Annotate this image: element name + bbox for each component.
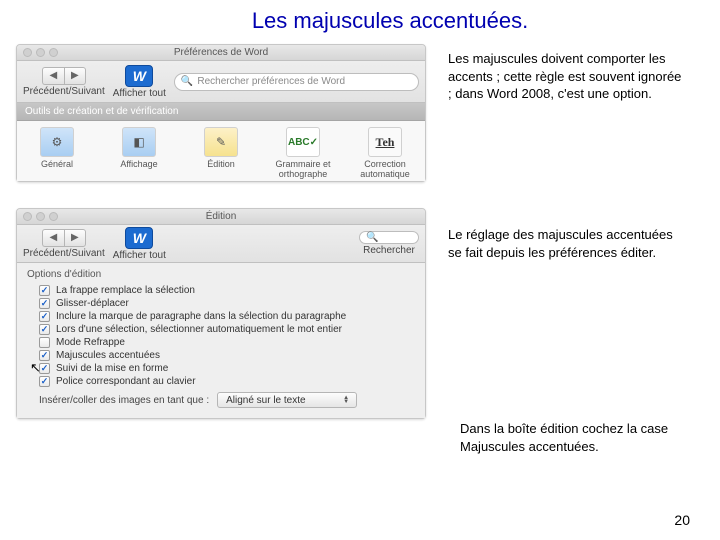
pref-edit[interactable]: ✎ Édition bbox=[191, 127, 251, 169]
page-title: Les majuscules accentuées. bbox=[60, 0, 720, 38]
toolbar: ◀ ▶ Précédent/Suivant W Afficher tout 🔍 … bbox=[17, 61, 425, 103]
caption-3: Dans la boîte édition cochez la case Maj… bbox=[460, 420, 690, 455]
nav-label: Précédent/Suivant bbox=[23, 86, 105, 97]
back-icon[interactable]: ◀ bbox=[42, 67, 64, 85]
display-icon: ◧ bbox=[122, 127, 156, 157]
cursor-icon: ↖ bbox=[30, 360, 41, 376]
pref-label: Correction automatique bbox=[355, 159, 415, 179]
search-icon: 🔍 bbox=[181, 76, 193, 87]
checkbox[interactable]: ✓ bbox=[39, 324, 50, 335]
caption-2: Le réglage des majuscules accentuées se … bbox=[440, 202, 690, 265]
option-row: Mode Refrappe bbox=[27, 336, 415, 349]
pref-display[interactable]: ◧ Affichage bbox=[109, 127, 169, 169]
pref-label: Édition bbox=[207, 159, 235, 169]
search-icon: 🔍 bbox=[366, 232, 378, 243]
option-row: ✓ Glisser-déplacer bbox=[27, 297, 415, 310]
grammar-icon: ABC✓ bbox=[286, 127, 320, 157]
combo-value: Aligné sur le texte bbox=[226, 395, 306, 406]
window-title: Édition bbox=[17, 211, 425, 222]
page-number: 20 bbox=[674, 512, 690, 528]
show-all-label: Afficher tout bbox=[113, 88, 166, 99]
chevron-updown-icon: ▲▼ bbox=[340, 394, 352, 406]
nav-back-forward[interactable]: ◀ ▶ bbox=[42, 67, 86, 85]
checkbox[interactable]: ✓ bbox=[39, 376, 50, 387]
option-row: ✓ Lors d'une sélection, sélectionner aut… bbox=[27, 323, 415, 336]
option-label: Mode Refrappe bbox=[56, 337, 125, 348]
search-label: Rechercher bbox=[363, 245, 415, 256]
option-row: ✓ Police correspondant au clavier bbox=[27, 375, 415, 388]
search-input[interactable]: 🔍 Rechercher préférences de Word bbox=[174, 73, 419, 91]
option-row-accents: ✓ Majuscules accentuées bbox=[27, 349, 415, 362]
option-row: ✓ Inclure la marque de paragraphe dans l… bbox=[27, 310, 415, 323]
pref-grammar[interactable]: ABC✓ Grammaire et orthographe bbox=[273, 127, 333, 179]
search-placeholder: Rechercher préférences de Word bbox=[197, 76, 345, 87]
window-title: Préférences de Word bbox=[17, 47, 425, 58]
toolbar: ◀ ▶ Précédent/Suivant W Afficher tout 🔍 … bbox=[17, 225, 425, 263]
edit-icon: ✎ bbox=[204, 127, 238, 157]
general-icon: ⚙ bbox=[40, 127, 74, 157]
checkbox[interactable]: ✓ bbox=[39, 311, 50, 322]
option-label: Police correspondant au clavier bbox=[56, 376, 196, 387]
window-titlebar: Édition bbox=[17, 209, 425, 225]
insert-images-combo[interactable]: Aligné sur le texte ▲▼ bbox=[217, 392, 357, 408]
forward-icon[interactable]: ▶ bbox=[64, 229, 86, 247]
option-label: La frappe remplace la sélection bbox=[56, 285, 195, 296]
edition-body: Options d'édition ✓ La frappe remplace l… bbox=[17, 263, 425, 418]
option-row: ✓ Suivi de la mise en forme bbox=[27, 362, 415, 375]
autocorrect-icon: Teh bbox=[368, 127, 402, 157]
checkbox[interactable]: ✓ bbox=[39, 298, 50, 309]
edition-window: Édition ◀ ▶ Précédent/Suivant W Afficher… bbox=[16, 208, 426, 419]
window-titlebar: Préférences de Word bbox=[17, 45, 425, 61]
option-row: ✓ La frappe remplace la sélection bbox=[27, 284, 415, 297]
preferences-grid: ⚙ Général ◧ Affichage ✎ Édition ABC✓ Gra… bbox=[17, 121, 425, 181]
section-header: Outils de création et de vérification bbox=[17, 103, 425, 121]
checkbox[interactable] bbox=[39, 337, 50, 348]
options-title: Options d'édition bbox=[27, 269, 415, 280]
nav-back-forward[interactable]: ◀ ▶ bbox=[42, 229, 86, 247]
word-icon[interactable]: W bbox=[125, 65, 153, 87]
back-icon[interactable]: ◀ bbox=[42, 229, 64, 247]
insert-label: Insérer/coller des images en tant que : bbox=[39, 395, 209, 406]
search-input[interactable]: 🔍 bbox=[359, 231, 419, 244]
preferences-window: Préférences de Word ◀ ▶ Précédent/Suivan… bbox=[16, 44, 426, 182]
insert-images-row: Insérer/coller des images en tant que : … bbox=[27, 388, 415, 408]
option-label: Suivi de la mise en forme bbox=[56, 363, 168, 374]
caption-1: Les majuscules doivent comporter les acc… bbox=[440, 38, 690, 107]
pref-label: Affichage bbox=[120, 159, 157, 169]
word-icon[interactable]: W bbox=[125, 227, 153, 249]
option-label: Majuscules accentuées bbox=[56, 350, 160, 361]
checkbox[interactable]: ✓ bbox=[39, 285, 50, 296]
option-label: Inclure la marque de paragraphe dans la … bbox=[56, 311, 346, 322]
pref-autocorrect[interactable]: Teh Correction automatique bbox=[355, 127, 415, 179]
forward-icon[interactable]: ▶ bbox=[64, 67, 86, 85]
show-all-label: Afficher tout bbox=[113, 250, 166, 261]
pref-label: Général bbox=[41, 159, 73, 169]
option-label: Glisser-déplacer bbox=[56, 298, 129, 309]
option-label: Lors d'une sélection, sélectionner autom… bbox=[56, 324, 342, 335]
nav-label: Précédent/Suivant bbox=[23, 248, 105, 259]
pref-general[interactable]: ⚙ Général bbox=[27, 127, 87, 169]
pref-label: Grammaire et orthographe bbox=[273, 159, 333, 179]
